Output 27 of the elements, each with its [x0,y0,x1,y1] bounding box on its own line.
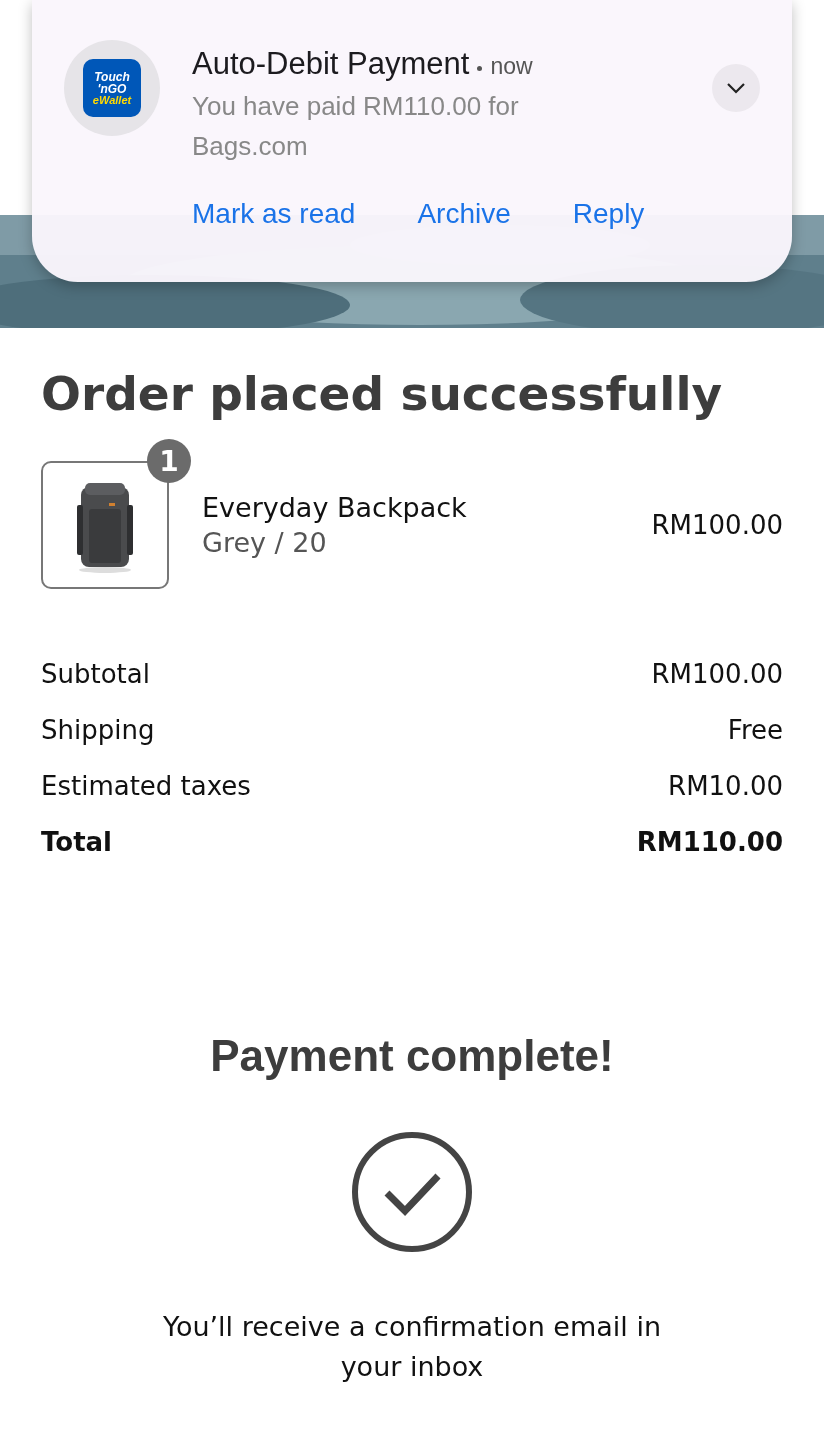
notification-time: now [490,53,533,80]
summary-value: RM100.00 [651,658,783,691]
notification-title: Auto-Debit Payment [192,46,470,82]
separator-dot [477,65,483,71]
product-name: Everyday Backpack [202,492,467,523]
quantity-badge: 1 [147,439,191,483]
notification-action-link[interactable]: Mark as read [192,198,356,230]
summary-label: Total [41,826,113,859]
summary-value: RM110.00 [636,826,783,859]
notification-action-link[interactable]: Archive [417,198,511,230]
app-logo: Touch 'nGO eWallet [83,59,141,117]
summary-label: Estimated taxes [41,770,251,803]
check-circle-icon [351,1131,473,1253]
order-title: Order placed successfully [41,366,724,421]
notification-message: You have paid RM110.00 for Bags.com [192,90,520,163]
summary-label: Shipping [41,714,155,747]
product-variant: Grey / 20 [202,527,328,558]
payment-title: Payment complete! [209,1031,615,1081]
confirmation-message: You’ll receive a confirmation email in your inbox [162,1310,662,1384]
chevron-down-icon [725,81,747,95]
notification-action-link[interactable]: Reply [572,198,645,230]
notification-card[interactable]: Touch 'nGO eWallet Auto-Debit Payment now You have paid RM110.00 for Bags.com Mark as read Archive Reply [32,0,792,282]
expand-button[interactable] [712,64,760,112]
product-price: RM100.00 [651,510,783,540]
summary-label: Subtotal [41,658,150,691]
summary-value: Free [727,714,783,747]
summary-value: RM10.00 [668,770,783,803]
